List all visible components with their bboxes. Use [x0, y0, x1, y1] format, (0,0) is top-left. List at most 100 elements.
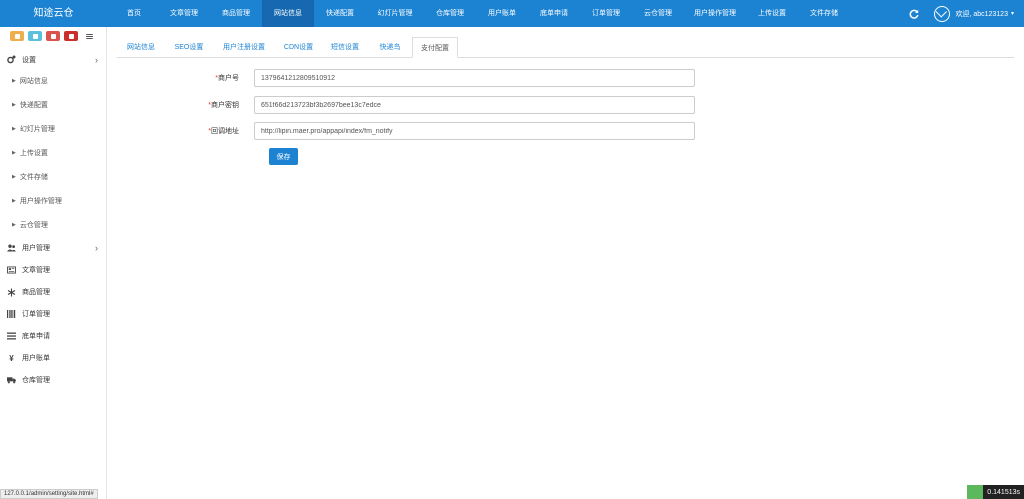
nav-item-articles[interactable]: 文章管理: [158, 0, 210, 27]
nav-item-user-ops[interactable]: 用户操作管理: [684, 0, 746, 27]
nav-item-products[interactable]: 商品管理: [210, 0, 262, 27]
tab-kdniao[interactable]: 快递鸟: [368, 37, 412, 58]
top-navbar: 知途云仓 首页 文章管理 商品管理 网站信息 快递配置 幻灯片管理 仓库管理 用…: [0, 0, 1024, 27]
sidebar-toggle-icon[interactable]: [82, 31, 96, 41]
merchant-id-input[interactable]: [254, 69, 695, 87]
merchant-key-input[interactable]: [254, 96, 695, 114]
nav-item-cloud[interactable]: 云仓管理: [632, 0, 684, 27]
sidebar-item-slides[interactable]: ▶ 幻灯片管理: [0, 117, 107, 141]
sidebar-item-label: 商品管理: [22, 289, 50, 296]
page-timer: 0.141513s: [967, 485, 1024, 499]
bars-icon: [7, 332, 16, 341]
sidebar-item-label: 用户账单: [22, 355, 50, 362]
nav-item-site-info[interactable]: 网站信息: [262, 0, 314, 27]
label-text: 商户密钥: [211, 102, 239, 109]
sidebar-item-label: 仓库管理: [22, 377, 50, 384]
refresh-icon[interactable]: [908, 8, 920, 20]
sidebar-item-users[interactable]: 用户管理 ›: [0, 237, 107, 259]
debug-logo-icon[interactable]: [967, 485, 984, 499]
sidebar-item-storage[interactable]: ▶ 文件存储: [0, 165, 107, 189]
caret-right-icon: ▶: [12, 222, 16, 228]
sidebar-item-label: 快递配置: [19, 102, 48, 109]
sidebar-item-label: 底单申请: [22, 333, 50, 340]
merchant-key-row: *商户密钥: [117, 96, 695, 114]
shortcut-trash-icon[interactable]: [46, 31, 60, 41]
nav-item-waybill[interactable]: 底单申请: [528, 0, 580, 27]
browser-status-url: 127.0.0.1/admin/setting/site.html#: [0, 489, 98, 499]
chevron-down-icon[interactable]: ▾: [1011, 10, 1014, 17]
sidebar-item-label: 文章管理: [22, 267, 50, 274]
tab-seo[interactable]: SEO设置: [165, 37, 213, 58]
nav-item-express[interactable]: 快递配置: [314, 0, 366, 27]
shortcut-home-icon[interactable]: [10, 31, 24, 41]
nav-item-storage[interactable]: 文件存储: [798, 0, 850, 27]
avatar[interactable]: [934, 5, 951, 22]
caret-right-icon: ▶: [12, 126, 16, 132]
timer-value: 0.141513s: [987, 488, 1020, 496]
sidebar-item-waybill[interactable]: 底单申请: [0, 325, 107, 347]
sidebar-item-articles[interactable]: 文章管理: [0, 259, 107, 281]
caret-right-icon: ▶: [12, 198, 16, 204]
sidebar-item-label: 用户管理: [22, 245, 50, 252]
newspaper-icon: [7, 266, 16, 275]
caret-right-icon: ▶: [12, 174, 16, 180]
callback-url-label: *回调地址: [117, 126, 254, 136]
sidebar-item-upload[interactable]: ▶ 上传设置: [0, 141, 107, 165]
sidebar-item-orders[interactable]: 订单管理: [0, 303, 107, 325]
tab-sms[interactable]: 短信设置: [322, 37, 368, 58]
barcode-icon: [7, 310, 16, 319]
sidebar-item-label: 用户操作管理: [19, 198, 62, 205]
label-text: 回调地址: [211, 128, 239, 135]
sidebar-item-label: 幻灯片管理: [19, 126, 55, 133]
sidebar-item-warehouse[interactable]: 仓库管理: [0, 369, 107, 391]
caret-right-icon: ▶: [12, 78, 16, 84]
save-button[interactable]: 保存: [269, 148, 298, 165]
merchant-key-label: *商户密钥: [117, 100, 254, 110]
shortcut-buttons: [10, 31, 96, 41]
callback-url-row: *回调地址: [117, 122, 695, 140]
shortcut-settings-icon[interactable]: [64, 31, 78, 41]
sidebar-item-user-bill[interactable]: ¥ 用户账单: [0, 347, 107, 369]
sidebar-section-label: 设置: [22, 56, 36, 64]
nav-item-user-bill[interactable]: 用户账单: [476, 0, 528, 27]
shortcut-page-icon[interactable]: [28, 31, 42, 41]
snowflake-icon: [7, 288, 16, 297]
sidebar-item-label: 上传设置: [19, 150, 48, 157]
app-logo[interactable]: 知途云仓: [0, 0, 107, 27]
tab-site-info[interactable]: 网站信息: [117, 37, 165, 58]
sidebar-item-label: 文件存储: [19, 174, 48, 181]
sidebar-item-cloud[interactable]: ▶ 云仓管理: [0, 213, 107, 237]
chevron-right-icon: ›: [95, 243, 98, 253]
merchant-id-label: *商户号: [117, 73, 254, 83]
sidebar-item-site-info[interactable]: ▶ 网站信息: [0, 69, 107, 93]
sidebar-item-products[interactable]: 商品管理: [0, 281, 107, 303]
tab-payment[interactable]: 支付配置: [412, 37, 458, 58]
nav-item-orders[interactable]: 订单管理: [580, 0, 632, 27]
tab-cdn[interactable]: CDN设置: [275, 37, 322, 58]
user-area: 欢迎, abc123123 ▾: [908, 0, 1014, 27]
callback-url-input[interactable]: [254, 122, 695, 140]
nav-item-upload[interactable]: 上传设置: [746, 0, 798, 27]
yen-icon: ¥: [9, 353, 14, 363]
merchant-id-row: *商户号: [117, 69, 695, 87]
label-text: 商户号: [218, 75, 239, 82]
sidebar-item-label: 云仓管理: [19, 222, 48, 229]
sidebar-item-label: 订单管理: [22, 311, 50, 318]
sidebar-item-user-ops[interactable]: ▶ 用户操作管理: [0, 189, 107, 213]
gears-icon: [7, 55, 16, 64]
top-nav: 首页 文章管理 商品管理 网站信息 快递配置 幻灯片管理 仓库管理 用户账单 底…: [110, 0, 850, 27]
caret-right-icon: ▶: [12, 102, 16, 108]
caret-right-icon: ▶: [12, 150, 16, 156]
nav-item-warehouse[interactable]: 仓库管理: [424, 0, 476, 27]
nav-item-home[interactable]: 首页: [110, 0, 158, 27]
sidebar-section-settings[interactable]: 设置 ›: [0, 50, 107, 69]
sidebar-item-label: 网站信息: [19, 78, 48, 85]
users-icon: [7, 244, 16, 253]
truck-icon: [7, 376, 16, 385]
nav-item-slides[interactable]: 幻灯片管理: [366, 0, 424, 27]
chevron-right-icon: ›: [95, 54, 98, 65]
tab-register[interactable]: 用户注册设置: [213, 37, 275, 58]
settings-tabs: 网站信息 SEO设置 用户注册设置 CDN设置 短信设置 快递鸟 支付配置: [117, 37, 1014, 58]
user-menu[interactable]: 欢迎, abc123123: [955, 9, 1008, 19]
sidebar-item-express[interactable]: ▶ 快递配置: [0, 93, 107, 117]
